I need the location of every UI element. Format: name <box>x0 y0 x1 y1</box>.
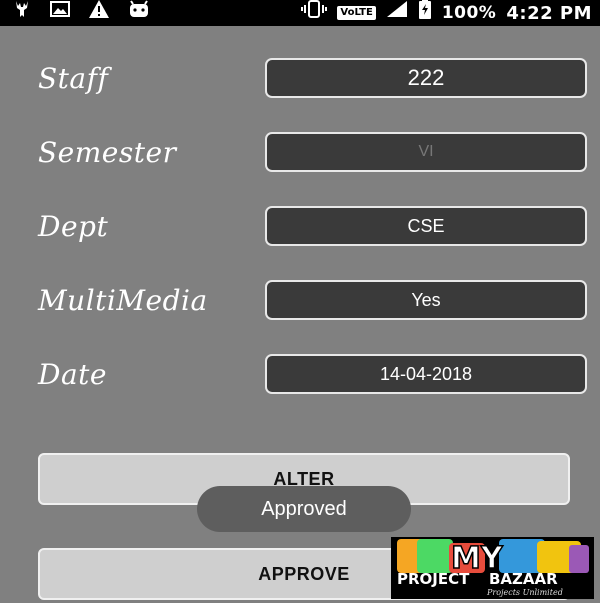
battery-charging-icon <box>418 0 432 27</box>
vibrate-icon <box>301 0 328 26</box>
staff-field[interactable]: 222 <box>265 58 587 98</box>
semester-label: Semester <box>38 136 177 169</box>
watermark-tagline-text: Projects Unlimited <box>486 588 563 597</box>
multimedia-field[interactable]: Yes <box>265 280 587 320</box>
battery-percent: 100% <box>441 3 497 23</box>
dept-row: Dept CSE <box>0 206 600 250</box>
watermark-logo: MY PROJECT BAZAAR Projects Unlimited <box>391 537 594 599</box>
staff-label: Staff <box>38 62 109 95</box>
status-bar: VoLTE 100% 4:22 PM <box>0 0 600 26</box>
toast-message: Approved <box>197 486 411 532</box>
status-bar-right: VoLTE 100% 4:22 PM <box>301 0 592 26</box>
staff-row: Staff 222 <box>0 58 600 102</box>
watermark-bazaar-text: BAZAAR <box>489 570 558 588</box>
clock: 4:22 PM <box>506 2 592 24</box>
signal-icon <box>386 0 408 26</box>
dept-field[interactable]: CSE <box>265 206 587 246</box>
status-bar-left <box>0 0 150 27</box>
multimedia-row: MultiMedia Yes <box>0 280 600 324</box>
dept-label: Dept <box>38 210 109 243</box>
warning-icon <box>88 0 110 27</box>
date-label: Date <box>38 358 107 391</box>
deer-icon <box>12 0 32 27</box>
volte-badge: VoLTE <box>337 6 376 20</box>
watermark-project-text: PROJECT <box>397 570 470 588</box>
date-field[interactable]: 14-04-2018 <box>265 354 587 394</box>
date-row: Date 14-04-2018 <box>0 354 600 398</box>
semester-field[interactable]: VI <box>265 132 587 172</box>
image-icon <box>50 0 70 26</box>
android-icon <box>128 0 150 26</box>
semester-row: Semester VI <box>0 132 600 176</box>
multimedia-label: MultiMedia <box>38 284 208 317</box>
